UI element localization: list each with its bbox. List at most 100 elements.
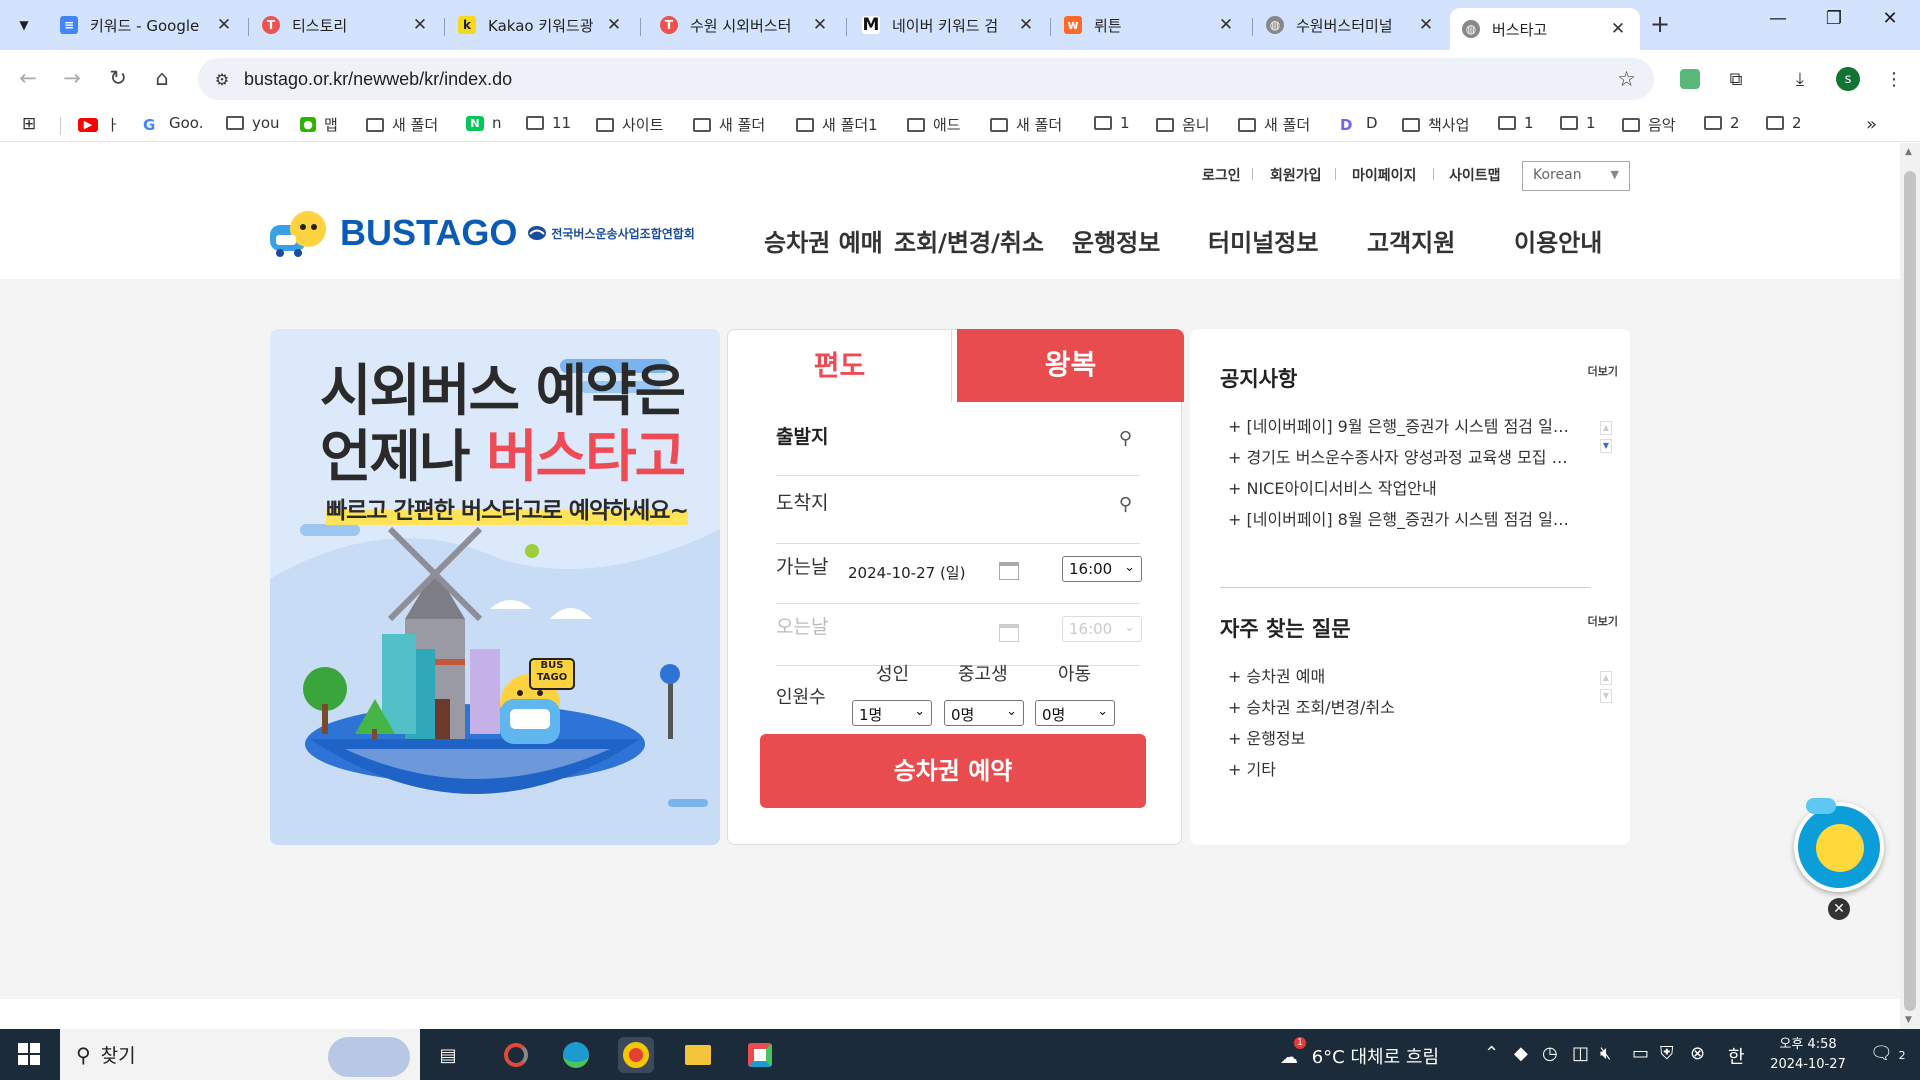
- faq-item[interactable]: + 승차권 예매: [1228, 663, 1578, 687]
- bookmark-item[interactable]: 2: [1704, 114, 1740, 132]
- bookmark-item[interactable]: 새 폴더: [990, 114, 1062, 135]
- bookmark-item[interactable]: ▶ ㅏ: [78, 114, 120, 135]
- close-icon[interactable]: ✕: [1016, 15, 1036, 35]
- bookmark-item[interactable]: 옴니: [1156, 114, 1210, 135]
- back-button[interactable]: ←: [13, 63, 43, 93]
- language-select[interactable]: Korean ▼: [1522, 161, 1630, 191]
- window-close-button[interactable]: ✕: [1870, 8, 1910, 29]
- tab-roundtrip[interactable]: 왕복: [957, 329, 1184, 402]
- ime-indicator[interactable]: 한: [1728, 1043, 1745, 1069]
- scroll-up-icon[interactable]: ▲: [1905, 147, 1912, 157]
- url-text[interactable]: bustago.or.kr/newweb/kr/index.do: [244, 69, 512, 90]
- profile-avatar[interactable]: s: [1836, 67, 1860, 91]
- faq-scroll-down-icon[interactable]: ▼: [1600, 689, 1612, 703]
- bookmark-item[interactable]: 책사업: [1402, 114, 1469, 135]
- reload-button[interactable]: ↻: [103, 63, 133, 93]
- tab-search-button[interactable]: ▼: [8, 9, 40, 41]
- app-icon[interactable]: [498, 1037, 534, 1073]
- notice-item[interactable]: + NICE아이디서비스 작업안내: [1228, 475, 1578, 499]
- security-icon[interactable]: ⛨: [1660, 1043, 1674, 1064]
- nav-schedule[interactable]: 운행정보: [1072, 223, 1160, 258]
- signup-link[interactable]: 회원가입: [1270, 165, 1322, 185]
- task-view-icon[interactable]: ▤: [430, 1037, 466, 1073]
- bookmark-item[interactable]: 2: [1766, 114, 1802, 132]
- close-icon[interactable]: ✕: [1416, 15, 1436, 35]
- scroll-down-icon[interactable]: ▼: [1905, 1015, 1912, 1025]
- notice-scroll-down-icon[interactable]: ▼: [1600, 439, 1612, 453]
- show-hidden-icons[interactable]: ⌃: [1484, 1043, 1499, 1064]
- teen-count-select[interactable]: 0명 ⌄: [944, 700, 1024, 726]
- faq-item[interactable]: + 운행정보: [1228, 725, 1578, 749]
- close-icon[interactable]: ✕: [604, 15, 624, 35]
- nav-terminal[interactable]: 터미널정보: [1208, 223, 1318, 258]
- notice-scroll-up-icon[interactable]: ▲: [1600, 421, 1612, 435]
- home-button[interactable]: ⌂: [147, 63, 177, 93]
- store-icon[interactable]: [742, 1037, 778, 1073]
- notice-item[interactable]: + [네이버페이] 9월 은행_증권가 시스템 점검 일정 안내: [1228, 413, 1578, 437]
- login-link[interactable]: 로그인: [1202, 165, 1241, 185]
- adult-count-select[interactable]: 1명 ⌄: [852, 700, 932, 726]
- camera-icon[interactable]: ◫: [1572, 1043, 1589, 1064]
- scrollbar-thumb[interactable]: [1904, 171, 1916, 1011]
- close-icon[interactable]: ✕: [214, 15, 234, 35]
- system-clock[interactable]: 오후 4:58 2024-10-27: [1768, 1035, 1848, 1075]
- tab-oneway[interactable]: 편도: [728, 330, 952, 402]
- taskbar-search-box[interactable]: ⚲ 찾기: [60, 1029, 420, 1080]
- browser-tab[interactable]: w 뤼튼 ✕: [1052, 8, 1248, 42]
- nav-guide[interactable]: 이용안내: [1514, 223, 1602, 258]
- disconnected-icon[interactable]: ⊗: [1690, 1043, 1705, 1064]
- extension-icon[interactable]: [1676, 65, 1704, 93]
- nav-booking[interactable]: 승차권 예매: [764, 223, 883, 258]
- bookmark-item[interactable]: 새 폴더: [693, 114, 765, 135]
- nav-lookup[interactable]: 조회/변경/취소: [894, 223, 1044, 258]
- bookmark-item[interactable]: 1: [1560, 114, 1596, 132]
- sitemap-link[interactable]: 사이트맵: [1449, 165, 1501, 185]
- notice-item[interactable]: + 경기도 버스운수종사자 양성과정 교육생 모집 안내: [1228, 444, 1578, 468]
- page-scrollbar[interactable]: ▲ ▼: [1900, 143, 1920, 1029]
- search-icon[interactable]: ⚲: [1119, 494, 1132, 515]
- bookmark-item[interactable]: DD: [1340, 114, 1378, 134]
- browser-tab[interactable]: T 티스토리 ✕: [250, 8, 442, 42]
- download-icon[interactable]: ⤓: [1786, 65, 1814, 93]
- volume-muted-icon[interactable]: 🔇︎: [1600, 1043, 1611, 1064]
- browser-tab[interactable]: ≡ 키워드 - Google ✕: [48, 8, 246, 42]
- browser-tab-active[interactable]: ◍ 버스타고 ✕: [1450, 8, 1640, 50]
- site-logo[interactable]: BUSTAGO 전국버스운송사업조합연합회: [268, 207, 695, 259]
- departure-field[interactable]: 출발지 ⚲: [776, 422, 1140, 476]
- new-tab-button[interactable]: +: [1650, 10, 1670, 38]
- chrome-icon[interactable]: [618, 1037, 654, 1073]
- chatbot-close-icon[interactable]: ✕: [1828, 898, 1850, 920]
- faq-more-link[interactable]: 더보기: [1588, 613, 1618, 629]
- chatbot-button[interactable]: [1794, 798, 1884, 892]
- tray-clock-app-icon[interactable]: ◷: [1542, 1043, 1558, 1064]
- address-bar[interactable]: ⚙ bustago.or.kr/newweb/kr/index.do ☆: [198, 58, 1654, 100]
- child-count-select[interactable]: 0명 ⌄: [1035, 700, 1115, 726]
- bookmark-item[interactable]: 1: [1094, 114, 1130, 132]
- close-icon[interactable]: ✕: [1608, 19, 1628, 39]
- minimize-button[interactable]: —: [1758, 8, 1798, 29]
- weather-widget[interactable]: ☁ 1 6°C 대체로 흐림: [1280, 1037, 1439, 1069]
- close-icon[interactable]: ✕: [410, 15, 430, 35]
- bookmark-star-icon[interactable]: ☆: [1617, 67, 1636, 91]
- faq-item[interactable]: + 기타: [1228, 756, 1578, 780]
- bookmark-item[interactable]: 음악: [1622, 114, 1676, 135]
- bookmark-item[interactable]: 애드: [907, 114, 961, 135]
- edge-icon[interactable]: [558, 1037, 594, 1073]
- browser-tab[interactable]: ◍ 수원버스터미널 ✕: [1254, 8, 1448, 42]
- browser-tab[interactable]: k Kakao 키워드광 ✕: [446, 8, 636, 42]
- notice-item[interactable]: + [네이버페이] 8월 은행_증권가 시스템 점검 일정 안내: [1228, 506, 1578, 530]
- windows-start-icon[interactable]: [18, 1043, 40, 1065]
- faq-scroll-up-icon[interactable]: ▲: [1600, 671, 1612, 685]
- bookmark-item[interactable]: ● 맵: [300, 114, 338, 135]
- browser-tab[interactable]: T 수원 시외버스터 ✕: [648, 8, 842, 42]
- bookmark-item[interactable]: 1: [1498, 114, 1534, 132]
- bookmark-item[interactable]: 새 폴더: [366, 114, 438, 135]
- search-icon[interactable]: ⚲: [1119, 428, 1132, 449]
- go-time-select[interactable]: 16:00 ⌄: [1062, 556, 1142, 582]
- more-bookmarks-icon[interactable]: »: [1866, 114, 1877, 135]
- restore-button[interactable]: ❐: [1814, 8, 1854, 29]
- bookmark-item[interactable]: Nn: [466, 114, 502, 132]
- menu-kebab-icon[interactable]: ⋮: [1880, 65, 1908, 93]
- bookmark-item[interactable]: 새 폴더1: [796, 114, 878, 135]
- notification-center[interactable]: 🗨︎ 2: [1870, 1043, 1906, 1064]
